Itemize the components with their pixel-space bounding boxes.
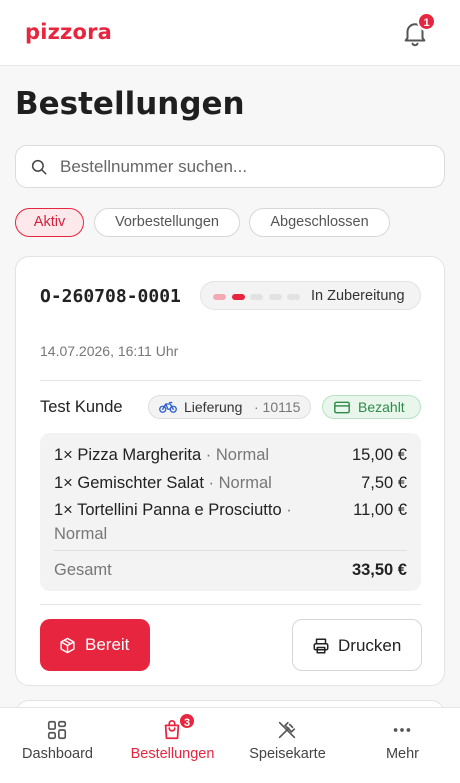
item-name: 1× Pizza Margherita [54,446,202,464]
ready-button[interactable]: Bereit [40,619,150,671]
nav-label: Speisekarte [249,746,326,762]
order-number: O-260708-0001 [40,286,181,307]
printer-icon [313,638,329,654]
print-button-label: Drucken [338,636,402,655]
delivery-label: Lieferung [184,399,243,415]
nav-item-dashboard[interactable]: Dashboard [0,708,115,783]
more-dots-icon [393,728,411,732]
nav-item-speisekarte[interactable]: Speisekarte [230,708,345,783]
divider [40,380,421,381]
order-items: 1× Pizza Margherita · Normal 15,00 € 1× … [40,433,421,591]
bicycle-icon [159,401,177,413]
nav-label: Bestellungen [130,746,215,762]
filter-chip-abgeschlossen[interactable]: Abgeschlossen [249,208,390,237]
item-price: 15,00 € [351,446,407,464]
package-icon [60,637,75,654]
nav-label: Mehr [385,746,420,762]
status-step [268,294,282,300]
total-value: 33,50 € [351,561,407,579]
bottom-nav: Dashboard 3 Bestellungen Speisekarte Meh… [0,707,460,783]
ready-button-label: Bereit [85,635,130,654]
top-bar: pizzora 1 [0,0,460,66]
nav-item-mehr[interactable]: Mehr [345,708,460,783]
item-price: 7,50 € [361,474,407,492]
item-name: 1× Tortellini Panna e Prosciutto [54,501,282,519]
utensils-icon [278,721,296,739]
notification-badge: 1 [417,12,436,31]
divider [40,604,421,605]
status-step [250,294,263,300]
status-label: In Zubereitung [311,288,405,304]
order-card[interactable]: O-260708-0001 14.07.2026, 16:11 Uhr In Z… [15,256,445,686]
payment-tag: Bezahlt [322,395,421,419]
status-badge: In Zubereitung [200,281,421,310]
customer-name: Test Kunde [40,398,123,416]
search-input[interactable] [60,154,430,180]
dashboard-icon [47,720,67,740]
filter-chip-aktiv[interactable]: Aktiv [15,208,84,237]
status-step [231,294,245,300]
delivery-zip: · 10115 [254,399,301,415]
delivery-tag: Lieferung · 10115 [148,395,311,419]
status-step [213,294,226,300]
app-logo[interactable]: pizzora [25,20,112,44]
search-icon [31,159,47,175]
total-label: Gesamt [54,561,112,579]
page-title: Bestellungen [15,86,245,122]
status-step [287,294,300,300]
item-name: 1× Gemischter Salat [54,474,204,492]
print-button[interactable]: Drucken [292,619,422,671]
payment-label: Bezahlt [358,399,405,415]
item-variant: · Normal [201,446,270,464]
item-price: 11,00 € [353,501,407,519]
card-icon [334,401,350,414]
nav-item-bestellungen[interactable]: 3 Bestellungen [115,708,230,783]
divider [54,550,407,551]
nav-badge: 3 [178,712,196,730]
nav-label: Dashboard [22,746,93,762]
search-bar [15,145,445,188]
item-variant: · Normal [203,474,272,492]
filter-chip-vorbestellungen[interactable]: Vorbestellungen [94,208,240,237]
order-date: 14.07.2026, 16:11 Uhr [40,343,179,359]
